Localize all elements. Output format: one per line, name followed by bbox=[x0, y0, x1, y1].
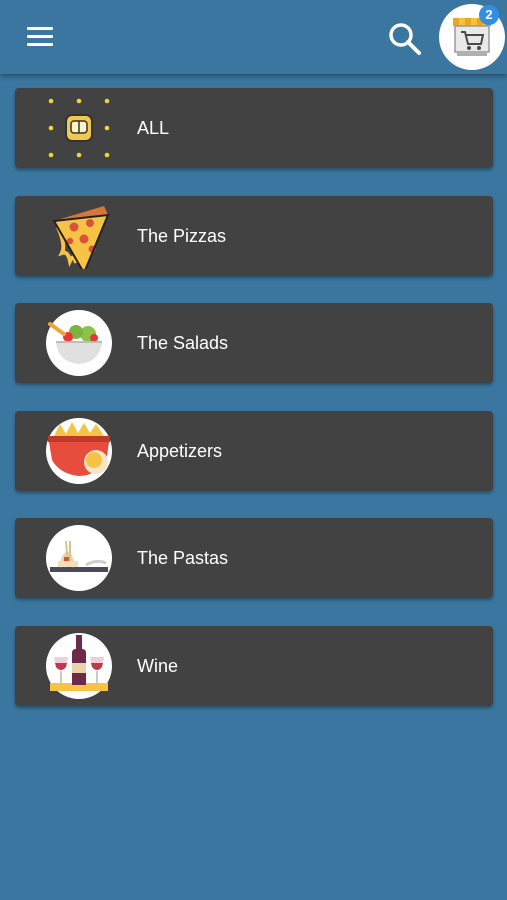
all-categories-icon bbox=[46, 95, 112, 161]
category-item-pizzas[interactable]: The Pizzas bbox=[15, 195, 493, 276]
category-label: The Salads bbox=[137, 333, 229, 353]
category-item-salads[interactable]: The Salads bbox=[15, 303, 493, 383]
category-item-pastas[interactable]: The Pastas bbox=[15, 518, 493, 598]
app-bar bbox=[0, 0, 507, 74]
category-item-appetizers[interactable]: Appetizers bbox=[15, 410, 493, 491]
category-label: The Pastas bbox=[137, 548, 229, 568]
category-item-all[interactable]: ALL bbox=[15, 88, 493, 168]
pizza-slice-icon bbox=[46, 203, 112, 275]
category-label: Wine bbox=[137, 655, 179, 676]
cart-count-badge: 2 bbox=[479, 5, 499, 25]
menu-line bbox=[27, 35, 53, 38]
wine-icon bbox=[46, 632, 112, 699]
appetizers-icon bbox=[46, 417, 112, 484]
category-list: ALL The Pizzas The Salads Appetizers The… bbox=[15, 88, 493, 733]
category-label: ALL bbox=[137, 118, 170, 138]
search-icon[interactable] bbox=[385, 19, 425, 59]
menu-line bbox=[27, 43, 53, 46]
category-label: The Pizzas bbox=[137, 225, 227, 246]
hamburger-menu-icon[interactable] bbox=[22, 22, 58, 52]
menu-line bbox=[27, 27, 53, 30]
category-label: Appetizers bbox=[137, 440, 223, 461]
category-item-wine[interactable]: Wine bbox=[15, 625, 493, 706]
pasta-icon bbox=[46, 525, 112, 591]
salad-bowl-icon bbox=[46, 310, 112, 376]
